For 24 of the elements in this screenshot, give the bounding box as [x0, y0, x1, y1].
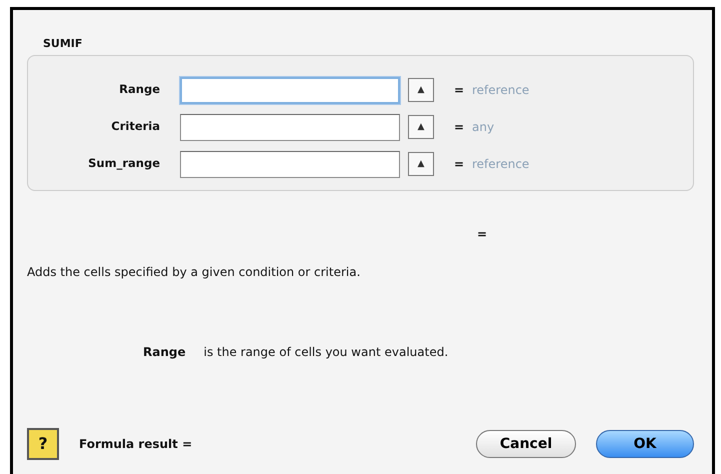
- equals-sign: =: [454, 156, 466, 173]
- field-label: Criteria: [110, 118, 161, 136]
- argument-result: reference: [472, 156, 530, 173]
- input-field[interactable]: [180, 114, 400, 140]
- argument-result: any: [472, 119, 494, 136]
- field-label: Sum_range: [87, 155, 161, 172]
- argument-result: reference: [472, 82, 530, 99]
- argument-description: is the range of cells you want evaluated.: [204, 344, 448, 360]
- formula-result: Formula result =: [79, 436, 192, 453]
- collapse-button[interactable]: ▲: [408, 152, 434, 176]
- group-title: SUMIF: [43, 36, 82, 52]
- equals-sign: =: [454, 119, 466, 136]
- help-button[interactable]: ?: [27, 428, 59, 460]
- input-field[interactable]: [180, 76, 400, 104]
- collapse-button[interactable]: ▲: [408, 78, 434, 102]
- function-description: Adds the cells specified by a given condition or criteria.: [27, 264, 362, 280]
- ok-button[interactable]: OK: [596, 430, 694, 458]
- argument-name: Range: [143, 344, 186, 360]
- collapse-button[interactable]: ▲: [408, 115, 434, 139]
- field-label: Range: [118, 81, 161, 98]
- equals-sign: =: [477, 226, 488, 242]
- input-field[interactable]: [180, 150, 400, 178]
- equals-sign: =: [454, 82, 466, 99]
- cancel-button[interactable]: Cancel: [476, 430, 576, 458]
